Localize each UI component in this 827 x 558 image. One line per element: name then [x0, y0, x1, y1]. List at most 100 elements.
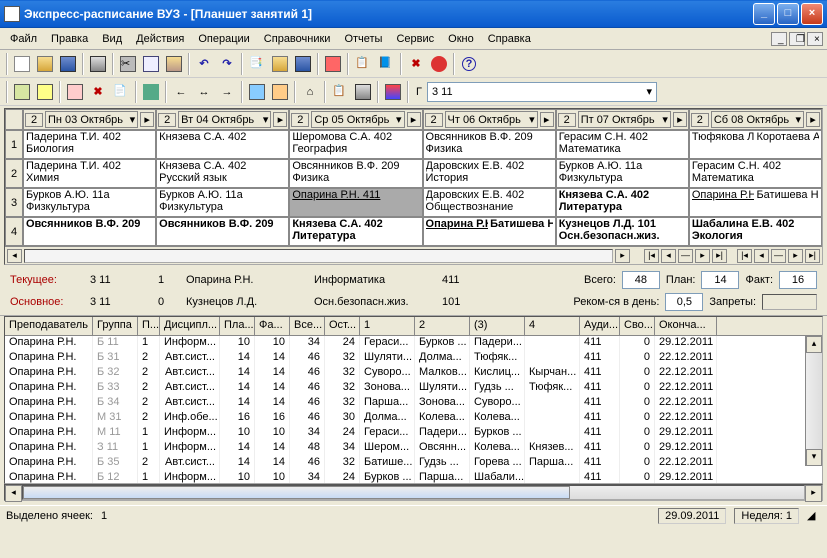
menu-service[interactable]: Сервис: [390, 31, 440, 47]
table-row[interactable]: Опарина Р.Н.Б 332Авт.сист...14144632Зоно…: [5, 381, 822, 396]
tool2-f[interactable]: [140, 81, 162, 103]
column-header[interactable]: Пла...: [220, 317, 255, 335]
column-header[interactable]: Все...: [290, 317, 325, 335]
table-row[interactable]: Опарина Р.Н.М 312Инф.обе...16164630Долма…: [5, 411, 822, 426]
day-header[interactable]: 2Вт 04 Октябрь ▾▸: [156, 109, 289, 130]
total-field[interactable]: [622, 271, 660, 289]
menu-window[interactable]: Окно: [442, 31, 480, 47]
redo-button[interactable]: ↷: [216, 53, 238, 75]
column-header[interactable]: Дисципл...: [160, 317, 220, 335]
menu-edit[interactable]: Правка: [45, 31, 94, 47]
chevron-right-icon[interactable]: ▸: [540, 112, 554, 127]
tool-a-button[interactable]: 📑: [246, 53, 268, 75]
tool2-k[interactable]: [382, 81, 404, 103]
scroll-track[interactable]: [24, 249, 613, 263]
scroll-right-button[interactable]: ▸: [805, 485, 822, 502]
schedule-cell[interactable]: Князева С.А. 402Литература: [556, 188, 689, 217]
nav2-last-button[interactable]: ▸|: [805, 249, 820, 263]
column-header[interactable]: (3): [470, 317, 525, 335]
menu-actions[interactable]: Действия: [130, 31, 190, 47]
day-header[interactable]: 2Сб 08 Октябрь ▾▸: [689, 109, 822, 130]
arrow-prev-button[interactable]: ←: [170, 81, 192, 103]
schedule-cell[interactable]: Падерина Т.И. 402Химия: [23, 159, 156, 188]
plan-field[interactable]: [701, 271, 739, 289]
grid-scroll-vertical[interactable]: ▴ ▾: [805, 336, 822, 466]
column-header[interactable]: 1: [360, 317, 415, 335]
schedule-cell[interactable]: Овсянников В.Ф. 209Физика: [289, 159, 422, 188]
grid-scroll-horizontal[interactable]: ◂ ▸: [4, 484, 823, 501]
nav-next-button[interactable]: ▸: [695, 249, 710, 263]
fact-field[interactable]: [779, 271, 817, 289]
column-header[interactable]: Ост...: [325, 317, 360, 335]
table-row[interactable]: Опарина Р.Н.Б 121Информ...10103424Бурков…: [5, 471, 822, 484]
day-header[interactable]: 2Чт 06 Октябрь ▾▸: [423, 109, 556, 130]
nav2-first-button[interactable]: |◂: [737, 249, 752, 263]
schedule-cell[interactable]: Бурков А.Ю. 11аФизкультура: [23, 188, 156, 217]
day-header[interactable]: 2Пт 07 Октябрь ▾▸: [556, 109, 689, 130]
column-header[interactable]: Ауди...: [580, 317, 620, 335]
close-button[interactable]: ×: [801, 3, 823, 25]
schedule-cell[interactable]: Шабалина Е.В. 402Экология: [689, 217, 822, 246]
schedule-cell[interactable]: Овсянников В.Ф. 209: [156, 217, 289, 246]
undo-button[interactable]: ↶: [193, 53, 215, 75]
mdi-minimize-button[interactable]: _: [771, 32, 787, 46]
grid-body[interactable]: Опарина Р.Н.Б 111Информ...10103424Гераси…: [5, 336, 822, 484]
table-row[interactable]: Опарина Р.Н.Б 342Авт.сист...14144632Парш…: [5, 396, 822, 411]
nav-prev-button[interactable]: ◂: [661, 249, 676, 263]
copy-button[interactable]: [140, 53, 162, 75]
schedule-cell[interactable]: Даровских Е.В. 402История: [423, 159, 556, 188]
table-row[interactable]: Опарина Р.Н.З 111Информ...14144834Шером.…: [5, 441, 822, 456]
cut-button[interactable]: ✂: [117, 53, 139, 75]
menu-references[interactable]: Справочники: [258, 31, 337, 47]
column-header[interactable]: 2: [415, 317, 470, 335]
chevron-right-icon[interactable]: ▸: [140, 112, 154, 127]
nav2-prev-button[interactable]: ◂: [754, 249, 769, 263]
schedule-cell[interactable]: Шеромова С.А. 402География: [289, 130, 422, 159]
arrow-swap-button[interactable]: ↔: [193, 81, 215, 103]
menu-view[interactable]: Вид: [96, 31, 128, 47]
delete-button[interactable]: ✖: [405, 53, 427, 75]
tool2-c[interactable]: [64, 81, 86, 103]
table-row[interactable]: Опарина Р.Н.Б 352Авт.сист...14144632Бати…: [5, 456, 822, 471]
tool-d-button[interactable]: [322, 53, 344, 75]
tool2-e[interactable]: 📄: [110, 81, 132, 103]
table-row[interactable]: Опарина Р.Н.Б 111Информ...10103424Гераси…: [5, 336, 822, 351]
tool-b-button[interactable]: [269, 53, 291, 75]
schedule-cell[interactable]: Герасим С.Н. 402Математика: [556, 130, 689, 159]
column-header[interactable]: 4: [525, 317, 580, 335]
schedule-cell[interactable]: Князева С.А. 402Русский язык: [156, 159, 289, 188]
scroll-up-button[interactable]: ▴: [806, 336, 822, 353]
rec-field[interactable]: [665, 293, 703, 311]
schedule-cell[interactable]: Бурков А.Ю. 11аФизкультура: [156, 188, 289, 217]
chevron-right-icon[interactable]: ▸: [806, 112, 820, 127]
table-row[interactable]: Опарина Р.Н.М 111Информ...10103424Гераси…: [5, 426, 822, 441]
tool2-d[interactable]: ✖: [87, 81, 109, 103]
arrow-next-button[interactable]: →: [216, 81, 238, 103]
paste-button[interactable]: [163, 53, 185, 75]
schedule-cell[interactable]: Даровских Е.В. 402Обществознание: [423, 188, 556, 217]
schedule-cell[interactable]: Опарина Р.Н. 411Батишева Н.С. 409: [689, 188, 822, 217]
schedule-cell[interactable]: Князева С.А. 402: [156, 130, 289, 159]
nav-swap-button[interactable]: —: [678, 249, 693, 263]
schedule-cell[interactable]: Тюфякова Л.А. 215Коротаева А.Н. 402: [689, 130, 822, 159]
tool2-a[interactable]: [11, 81, 33, 103]
nav2-next-button[interactable]: ▸: [788, 249, 803, 263]
schedule-scroll-bar[interactable]: ◂ ▸ |◂ ◂ — ▸ ▸| |◂ ◂ — ▸ ▸|: [5, 246, 822, 264]
schedule-cell[interactable]: Овсянников В.Ф. 209: [23, 217, 156, 246]
nav-first-button[interactable]: |◂: [644, 249, 659, 263]
column-header[interactable]: П...: [138, 317, 160, 335]
schedule-cell[interactable]: Опарина Р.Н. 411Батишева Н.С. 409: [423, 217, 556, 246]
menu-reports[interactable]: Отчеты: [338, 31, 388, 47]
schedule-cell[interactable]: Падерина Т.И. 402Биология: [23, 130, 156, 159]
minimize-button[interactable]: _: [753, 3, 775, 25]
help-button[interactable]: ?: [458, 53, 480, 75]
column-header[interactable]: Оконча...: [655, 317, 717, 335]
column-header[interactable]: Преподаватель: [5, 317, 93, 335]
new-button[interactable]: [11, 53, 33, 75]
mdi-close-button[interactable]: ×: [807, 32, 823, 46]
home-button[interactable]: ⌂: [299, 81, 321, 103]
column-header[interactable]: Группа: [93, 317, 138, 335]
menu-help[interactable]: Справка: [482, 31, 537, 47]
mdi-restore-button[interactable]: ❐: [789, 32, 805, 46]
save-button[interactable]: [57, 53, 79, 75]
